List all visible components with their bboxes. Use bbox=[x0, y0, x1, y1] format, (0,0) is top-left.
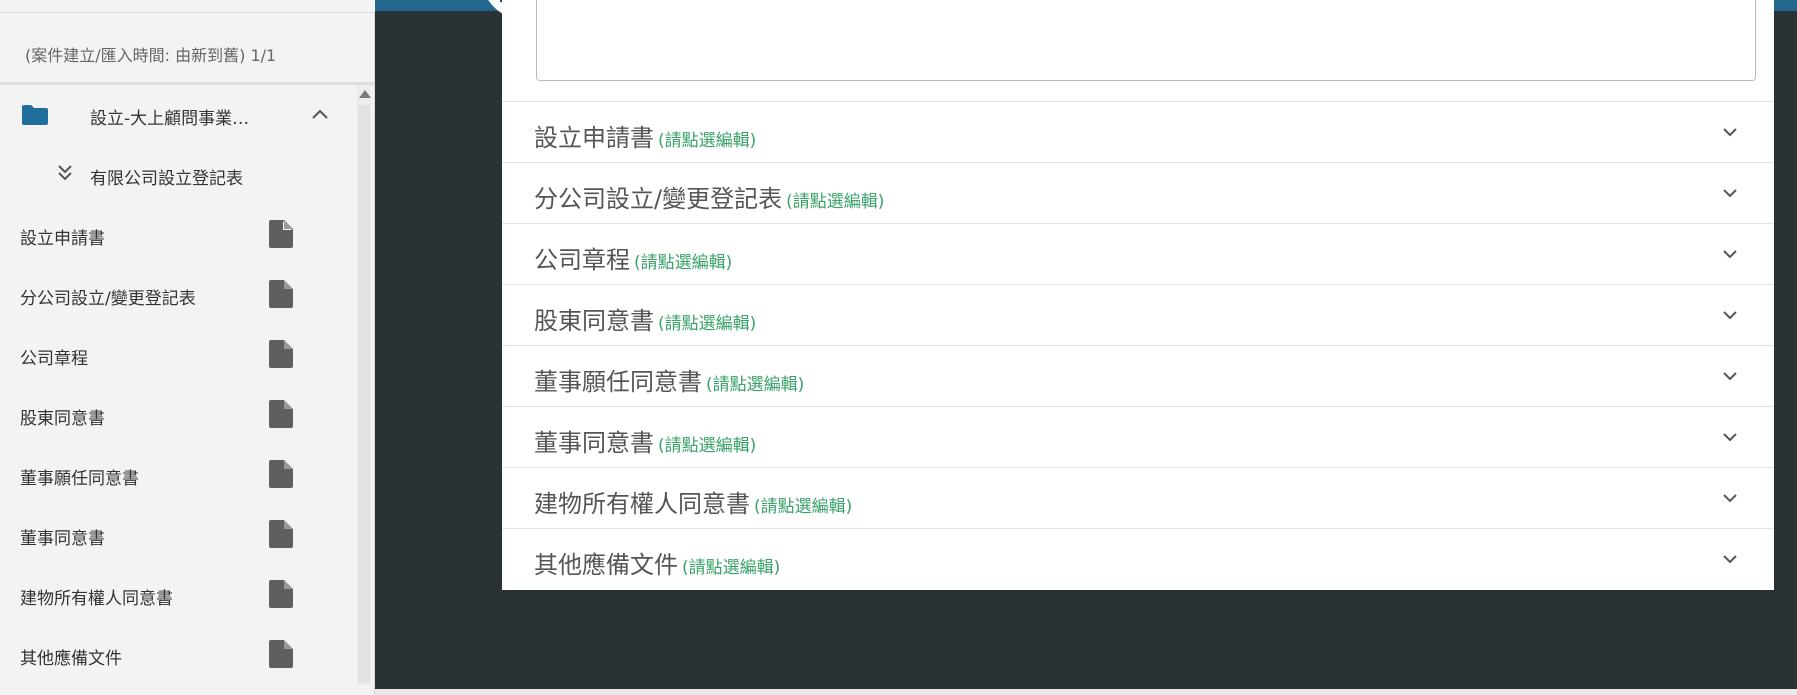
document-panel: 設立申請書 (請點選編輯) 分公司設立/變更登記表 (請點選編輯) 公司章程 (請點選… bbox=[502, 0, 1774, 590]
sidebar-doc-label: 公司章程 bbox=[20, 349, 88, 369]
chevron-down-icon[interactable] bbox=[1722, 370, 1738, 382]
sidebar-doc-label: 其他應備文件 bbox=[20, 649, 122, 669]
accordion-title: 董事同意書 (請點選編輯) bbox=[534, 423, 756, 458]
accordion-item[interactable]: 董事同意書 (請點選編輯) bbox=[502, 407, 1774, 468]
accordion-title: 董事願任同意書 (請點選編輯) bbox=[534, 362, 804, 397]
chevron-down-icon[interactable] bbox=[1722, 248, 1738, 260]
sidebar-doc-item[interactable]: 董事願任同意書 bbox=[0, 445, 357, 505]
sidebar-doc-item[interactable]: 設立申請書 bbox=[0, 205, 357, 265]
accordion-title: 分公司設立/變更登記表 (請點選編輯) bbox=[534, 179, 884, 214]
accordion-item[interactable]: 設立申請書 (請點選編輯) bbox=[502, 102, 1774, 163]
edit-hint: (請點選編輯) bbox=[786, 192, 885, 212]
chevron-down-icon[interactable] bbox=[1722, 187, 1738, 199]
sidebar-doc-label: 建物所有權人同意書 bbox=[20, 589, 173, 609]
notes-textarea[interactable] bbox=[536, 0, 1756, 81]
accordion-item[interactable]: 董事願任同意書 (請點選編輯) bbox=[502, 346, 1774, 407]
case-folder-label: 設立-大上顧問事業… bbox=[90, 109, 250, 129]
chevron-down-icon[interactable] bbox=[1722, 431, 1738, 443]
accordion-title: 建物所有權人同意書 (請點選編輯) bbox=[534, 484, 852, 519]
sidebar-doc-label: 董事願任同意書 bbox=[20, 469, 139, 489]
sort-order-label[interactable]: (案件建立/匯入時間: 由新到舊) 1/1 bbox=[25, 42, 276, 66]
sidebar-doc-item[interactable]: 其他應備文件 bbox=[0, 625, 357, 685]
sidebar-top-divider bbox=[0, 0, 375, 13]
scrollbar-thumb[interactable] bbox=[358, 105, 370, 683]
scroll-up-arrow-icon[interactable] bbox=[359, 90, 371, 98]
edit-hint: (請點選編輯) bbox=[658, 436, 757, 456]
chevron-up-icon[interactable] bbox=[311, 107, 329, 121]
document-tree: 設立-大上顧問事業… 有限公司設立登記表 設立申請書 分公司設立/變更登記表 公… bbox=[0, 85, 357, 685]
accordion-title-text: 設立申請書 bbox=[534, 124, 654, 152]
accordion-title-text: 其他應備文件 bbox=[534, 551, 678, 579]
accordion-title: 股東同意書 (請點選編輯) bbox=[534, 301, 756, 336]
sidebar-doc-item[interactable]: 建物所有權人同意書 bbox=[0, 565, 357, 625]
sidebar-doc-item[interactable]: 公司章程 bbox=[0, 325, 357, 385]
edit-hint: (請點選編輯) bbox=[658, 314, 757, 334]
file-icon[interactable] bbox=[269, 400, 293, 428]
double-chevron-down-icon bbox=[58, 165, 72, 181]
accordion-title-text: 董事願任同意書 bbox=[534, 368, 702, 396]
accordion-item[interactable]: 股東同意書 (請點選編輯) bbox=[502, 285, 1774, 346]
accordion-title-text: 建物所有權人同意書 bbox=[534, 490, 750, 518]
file-icon[interactable] bbox=[269, 340, 293, 368]
edit-hint: (請點選編輯) bbox=[706, 375, 805, 395]
form-group-label: 有限公司設立登記表 bbox=[90, 169, 243, 189]
chevron-down-icon[interactable] bbox=[1722, 126, 1738, 138]
accordion-title-text: 股東同意書 bbox=[534, 307, 654, 335]
accordion-title-text: 分公司設立/變更登記表 bbox=[534, 185, 783, 213]
form-group-item[interactable]: 有限公司設立登記表 bbox=[0, 145, 357, 205]
edit-hint: (請點選編輯) bbox=[754, 497, 853, 517]
file-icon[interactable] bbox=[269, 280, 293, 308]
sidebar: (案件建立/匯入時間: 由新到舊) 1/1 設立-大上顧問事業… 有限公司設立登… bbox=[0, 0, 375, 695]
accordion-title: 其他應備文件 (請點選編輯) bbox=[534, 545, 780, 580]
sidebar-doc-item[interactable]: 董事同意書 bbox=[0, 505, 357, 565]
edit-hint: (請點選編輯) bbox=[682, 558, 781, 578]
folder-icon bbox=[22, 105, 48, 125]
accordion-item[interactable]: 分公司設立/變更登記表 (請點選編輯) bbox=[502, 163, 1774, 224]
accordion-item[interactable]: 建物所有權人同意書 (請點選編輯) bbox=[502, 468, 1774, 529]
sidebar-doc-label: 分公司設立/變更登記表 bbox=[20, 289, 196, 309]
chevron-down-icon[interactable] bbox=[1722, 492, 1738, 504]
sidebar-doc-item[interactable]: 股東同意書 bbox=[0, 385, 357, 445]
file-icon[interactable] bbox=[269, 220, 293, 248]
chevron-down-icon[interactable] bbox=[1722, 309, 1738, 321]
chevron-down-icon[interactable] bbox=[1722, 553, 1738, 565]
accordion-title: 設立申請書 (請點選編輯) bbox=[534, 118, 756, 153]
accordion-title-text: 公司章程 bbox=[534, 246, 630, 274]
sidebar-scrollbar[interactable] bbox=[357, 85, 371, 685]
edit-hint: (請點選編輯) bbox=[658, 131, 757, 151]
bottom-strip bbox=[375, 689, 1797, 695]
sidebar-doc-label: 設立申請書 bbox=[20, 229, 105, 249]
sidebar-doc-label: 董事同意書 bbox=[20, 529, 105, 549]
file-icon[interactable] bbox=[269, 520, 293, 548]
accordion-item[interactable]: 其他應備文件 (請點選編輯) bbox=[502, 529, 1774, 590]
edit-hint: (請點選編輯) bbox=[634, 253, 733, 273]
sidebar-doc-item[interactable]: 分公司設立/變更登記表 bbox=[0, 265, 357, 325]
file-icon[interactable] bbox=[269, 640, 293, 668]
case-folder[interactable]: 設立-大上顧問事業… bbox=[0, 85, 357, 145]
file-icon[interactable] bbox=[269, 580, 293, 608]
accordion-title-text: 董事同意書 bbox=[534, 429, 654, 457]
accordion-title: 公司章程 (請點選編輯) bbox=[534, 240, 732, 275]
document-accordion: 設立申請書 (請點選編輯) 分公司設立/變更登記表 (請點選編輯) 公司章程 (請點選… bbox=[502, 101, 1774, 590]
accordion-item[interactable]: 公司章程 (請點選編輯) bbox=[502, 224, 1774, 285]
sidebar-doc-label: 股東同意書 bbox=[20, 409, 105, 429]
file-icon[interactable] bbox=[269, 460, 293, 488]
